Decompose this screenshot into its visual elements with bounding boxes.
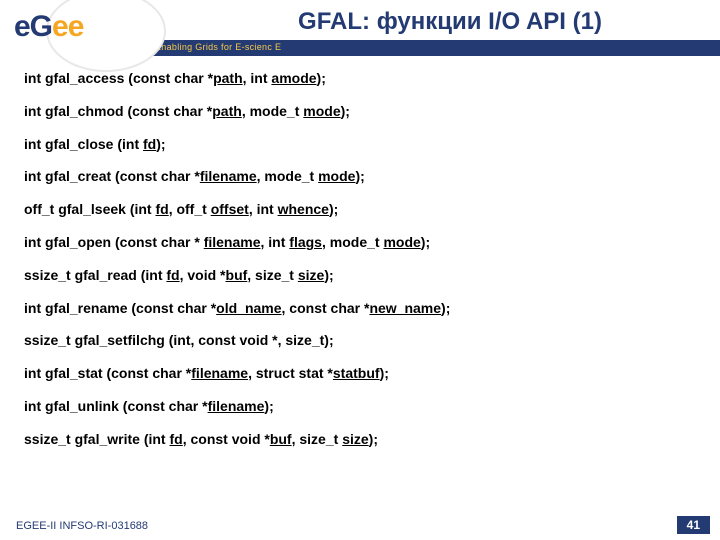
- title-bar: GFAL: функции I/O API (1): [120, 4, 720, 40]
- code-line: int gfal_open (const char * filename, in…: [24, 234, 696, 251]
- code-line: off_t gfal_lseek (int fd, off_t offset, …: [24, 201, 696, 218]
- code-line: int gfal_creat (const char *filename, mo…: [24, 168, 696, 185]
- tagline: Enabling Grids for E-scienc E: [155, 42, 281, 52]
- code-line: int gfal_chmod (const char *path, mode_t…: [24, 103, 696, 120]
- code-line: int gfal_close (int fd);: [24, 136, 696, 153]
- egee-logo: eGee: [6, 2, 146, 58]
- logo-text: eGee: [14, 10, 83, 44]
- slide-title: GFAL: функции I/O API (1): [120, 4, 720, 36]
- code-line: ssize_t gfal_setfilchg (int, const void …: [24, 332, 696, 349]
- code-line: int gfal_stat (const char *filename, str…: [24, 365, 696, 382]
- page-number: 41: [677, 516, 710, 534]
- slide-content: int gfal_access (const char *path, int a…: [24, 70, 696, 464]
- code-line: ssize_t gfal_read (int fd, void *buf, si…: [24, 267, 696, 284]
- code-line: ssize_t gfal_write (int fd, const void *…: [24, 431, 696, 448]
- slide-header: GFAL: функции I/O API (1) Enabling Grids…: [0, 0, 720, 60]
- code-line: int gfal_unlink (const char *filename);: [24, 398, 696, 415]
- footer-left: EGEE-II INFSO-RI-031688: [16, 520, 148, 532]
- code-line: int gfal_rename (const char *old_name, c…: [24, 300, 696, 317]
- code-line: int gfal_access (const char *path, int a…: [24, 70, 696, 87]
